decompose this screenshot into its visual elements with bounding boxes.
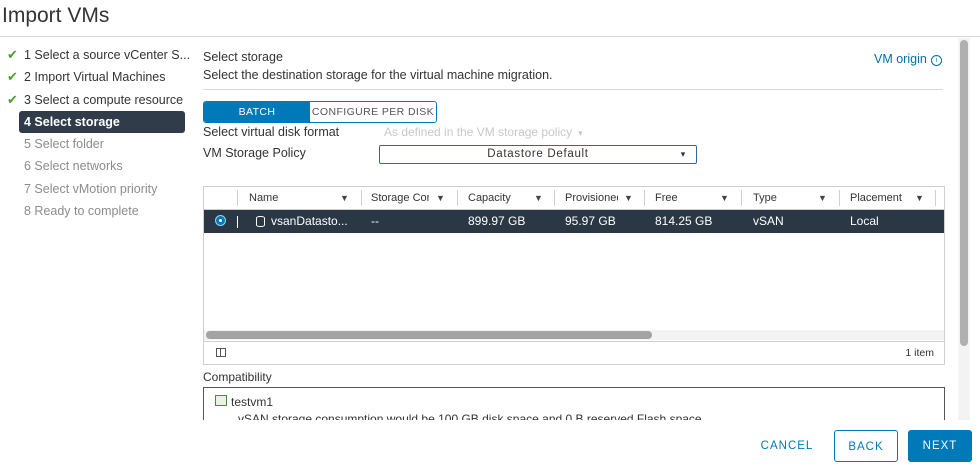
cell-free: 814.25 GB — [655, 214, 713, 228]
section-divider — [203, 89, 943, 90]
disk-format-value: As defined in the VM storage policy — [384, 125, 573, 139]
step-label: 3 Select a compute resource — [24, 92, 184, 107]
datastore-icon — [256, 216, 265, 227]
cell-name: vsanDatasto... — [271, 214, 348, 228]
column-header-provisioned[interactable]: Provisioned — [565, 187, 618, 209]
cell-storage-compat: -- — [371, 214, 379, 228]
column-divider — [361, 190, 362, 206]
step-select-folder: 5 Select folder — [0, 133, 190, 155]
column-divider — [457, 190, 458, 206]
tab-configure-per-disk[interactable]: CONFIGURE PER DISK — [310, 102, 436, 122]
filter-icon[interactable]: ▼ — [436, 187, 445, 209]
configure-mode-toggle: BATCH CONFIGURE CONFIGURE PER DISK — [203, 101, 437, 123]
column-divider — [935, 190, 936, 206]
cell-provisioned: 95.97 GB — [565, 214, 616, 228]
row-detail-divider — [237, 216, 238, 228]
step-label: 6 Select networks — [24, 159, 123, 174]
step-select-vmotion-priority: 7 Select vMotion priority — [0, 178, 190, 200]
grid-footer: 1 item — [204, 341, 944, 365]
step-label: 4 Select storage — [24, 114, 120, 129]
step-select-storage[interactable]: 4 Select storage — [19, 110, 185, 134]
cell-placement: Local — [850, 214, 879, 228]
column-header-placement[interactable]: Placement — [850, 187, 914, 209]
column-header-storage-compat[interactable]: Storage Con — [371, 187, 429, 209]
cell-type: vSAN — [753, 214, 784, 228]
step-label: 5 Select folder — [24, 137, 104, 152]
dialog-footer: CANCEL BACK NEXT — [0, 420, 980, 474]
storage-policy-value: Datastore Default — [487, 148, 589, 160]
step-label: 8 Ready to complete — [24, 204, 139, 219]
title-divider — [0, 36, 980, 37]
column-header-free[interactable]: Free — [655, 187, 715, 209]
column-divider — [237, 190, 238, 206]
filter-icon[interactable]: ▼ — [534, 187, 543, 209]
row-select-radio[interactable] — [215, 215, 226, 226]
step-ready-to-complete: 8 Ready to complete — [0, 200, 190, 222]
step-import-virtual-machines[interactable]: ✔ 2 Import Virtual Machines — [0, 66, 190, 88]
horizontal-scrollbar[interactable] — [204, 330, 944, 340]
next-button[interactable]: NEXT — [908, 430, 972, 462]
vm-origin-link[interactable]: VM origin i — [874, 52, 942, 66]
section-heading: Select storage — [203, 50, 283, 64]
section-description: Select the destination storage for the v… — [203, 68, 553, 82]
step-select-source-vcenter[interactable]: ✔ 1 Select a source vCenter S... — [0, 44, 190, 66]
column-divider — [644, 190, 645, 206]
filter-icon[interactable]: ▼ — [340, 187, 349, 209]
step-select-networks: 6 Select networks — [0, 155, 190, 177]
storage-policy-select[interactable]: Datastore Default ▾ — [379, 145, 697, 164]
compat-vm-name: testvm1 — [231, 395, 274, 409]
dialog-title: Import VMs — [2, 4, 110, 27]
column-header-capacity[interactable]: Capacity — [468, 187, 532, 209]
vm-icon — [215, 395, 227, 406]
chevron-down-icon: ▾ — [680, 149, 686, 159]
column-divider — [839, 190, 840, 206]
item-count: 1 item — [905, 347, 934, 359]
scrollbar-thumb[interactable] — [960, 40, 968, 346]
compatibility-panel: testvm1 vSAN storage consumption would b… — [203, 387, 945, 423]
column-header-name[interactable]: Name — [249, 187, 334, 209]
column-divider — [741, 190, 742, 206]
step-label: 7 Select vMotion priority — [24, 181, 158, 196]
tab-batch-configure[interactable]: BATCH CONFIGURE — [204, 102, 310, 122]
filter-icon[interactable]: ▼ — [720, 187, 729, 209]
column-divider — [554, 190, 555, 206]
wizard-steps: ✔ 1 Select a source vCenter S... ✔ 2 Impor… — [0, 44, 190, 222]
back-button[interactable]: BACK — [834, 430, 898, 462]
disk-format-label: Select virtual disk format — [203, 125, 340, 139]
checkmark-icon: ✔ — [7, 47, 18, 62]
checkmark-icon: ✔ — [7, 91, 18, 107]
checkmark-icon: ✔ — [7, 69, 18, 85]
vm-origin-label: VM origin — [874, 52, 927, 66]
storage-policy-label: VM Storage Policy — [203, 146, 306, 160]
column-toggle-icon[interactable] — [216, 348, 226, 357]
column-header-type[interactable]: Type — [753, 187, 813, 209]
vertical-scrollbar[interactable] — [958, 38, 970, 420]
step-label: 1 Select a source vCenter S... — [24, 48, 190, 62]
info-icon: i — [930, 55, 942, 66]
table-row[interactable]: vsanDatasto... -- 899.97 GB 95.97 GB 814… — [204, 210, 944, 233]
filter-icon[interactable]: ▼ — [818, 187, 827, 209]
datastore-grid: Name ▼ Storage Con ▼ Capacity ▼ Provisio… — [203, 186, 945, 365]
step-label: 2 Import Virtual Machines — [24, 70, 166, 85]
disk-format-select: As defined in the VM storage policy ▾ — [384, 125, 583, 139]
compatibility-label: Compatibility — [203, 370, 272, 384]
cell-capacity: 899.97 GB — [468, 214, 526, 228]
filter-icon[interactable]: ▼ — [624, 187, 633, 209]
cancel-button[interactable]: CANCEL — [752, 430, 822, 462]
scrollbar-thumb[interactable] — [206, 331, 652, 339]
step-select-compute-resource[interactable]: ✔ 3 Select a compute resource — [0, 89, 190, 111]
chevron-down-icon: ▾ — [578, 128, 583, 138]
grid-header: Name ▼ Storage Con ▼ Capacity ▼ Provisio… — [204, 187, 944, 210]
filter-icon[interactable]: ▼ — [915, 187, 924, 209]
